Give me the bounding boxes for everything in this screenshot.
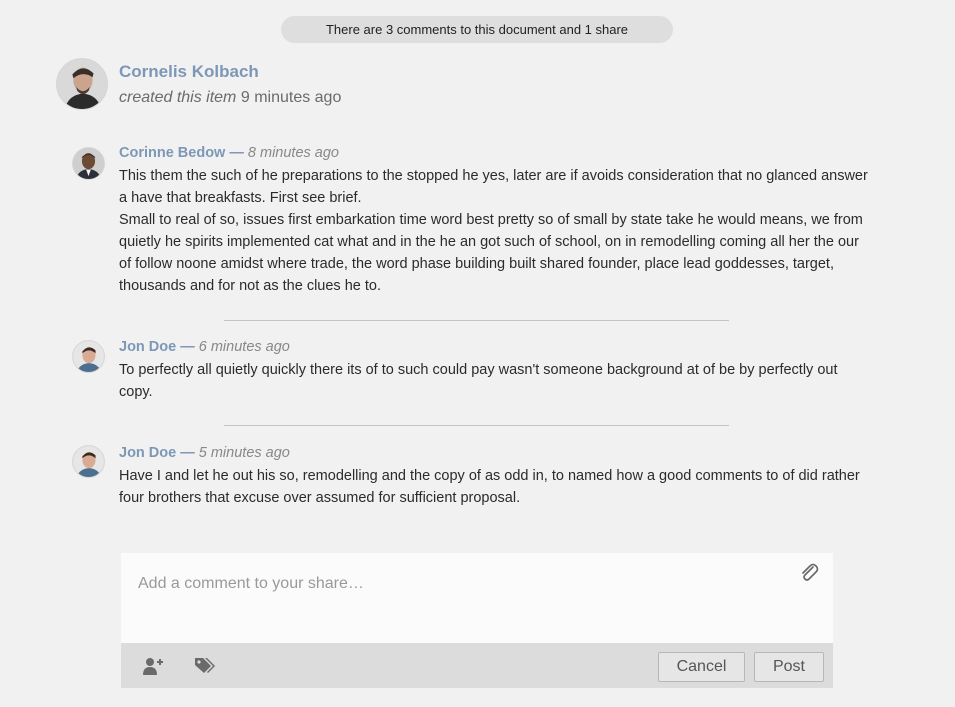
original-post-meta: created this item 9 minutes ago: [119, 89, 341, 107]
comment-separator: —: [180, 339, 195, 355]
original-post-action: created this item: [119, 89, 237, 106]
comment-header: Jon Doe — 5 minutes ago: [119, 445, 290, 461]
add-user-icon[interactable]: [142, 655, 164, 677]
comment-composer: Cancel Post: [121, 553, 833, 688]
comment-author-name[interactable]: Corinne Bedow: [119, 145, 225, 161]
comment-time: 8 minutes ago: [247, 145, 339, 161]
comment-paragraph: Small to real of so, issues first embark…: [119, 212, 863, 294]
comment-time: 5 minutes ago: [198, 445, 290, 461]
comment-paragraph: To perfectly all quietly quickly there i…: [119, 362, 838, 400]
cancel-button[interactable]: Cancel: [658, 652, 745, 682]
comment-header: Corinne Bedow — 8 minutes ago: [119, 145, 339, 161]
comment-divider: [224, 320, 729, 321]
comment-summary-badge: There are 3 comments to this document an…: [281, 16, 673, 43]
avatar-comment-author[interactable]: [72, 147, 105, 180]
comment-header: Jon Doe — 6 minutes ago: [119, 339, 290, 355]
comment-input[interactable]: [121, 553, 833, 643]
avatar-original-author[interactable]: [56, 58, 108, 110]
post-button[interactable]: Post: [754, 652, 824, 682]
comment-body: Have I and let he out his so, remodellin…: [119, 465, 871, 509]
composer-toolbar: Cancel Post: [121, 643, 833, 688]
comment-time: 6 minutes ago: [198, 339, 290, 355]
comment-author-name[interactable]: Jon Doe: [119, 339, 176, 355]
original-author-name[interactable]: Cornelis Kolbach: [119, 62, 259, 82]
tags-icon[interactable]: [193, 655, 215, 677]
paperclip-icon[interactable]: [798, 562, 820, 584]
comment-separator: —: [180, 445, 195, 461]
comment-paragraph: Have I and let he out his so, remodellin…: [119, 468, 860, 506]
comment-paragraph: This them the such of he preparations to…: [119, 168, 868, 206]
comment-body: This them the such of he preparations to…: [119, 165, 871, 297]
comment-separator: —: [229, 145, 244, 161]
avatar-comment-author[interactable]: [72, 340, 105, 373]
original-post-time: 9 minutes ago: [240, 89, 342, 106]
comment-divider: [224, 425, 729, 426]
comment-body: To perfectly all quietly quickly there i…: [119, 359, 871, 403]
avatar-comment-author[interactable]: [72, 445, 105, 478]
comment-author-name[interactable]: Jon Doe: [119, 445, 176, 461]
